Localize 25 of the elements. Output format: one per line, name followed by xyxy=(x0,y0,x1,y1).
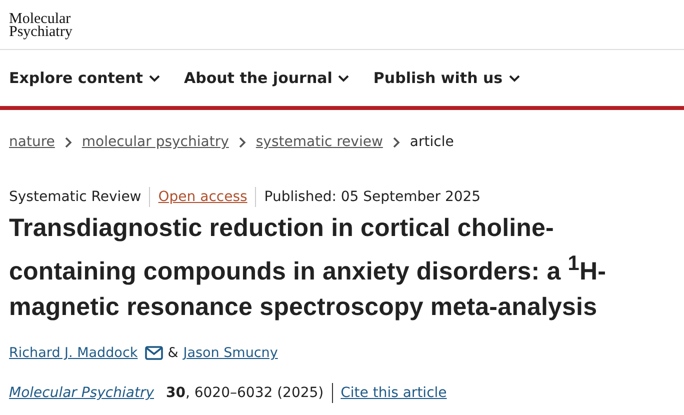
breadcrumb-link[interactable]: article xyxy=(410,134,454,150)
article-title: Transdiagnostic reduction in cortical choline-containing compounds in anxiety disorders: a $^{1}$H-magnetic resonance spectroscopy meta-analysis xyxy=(8,213,608,324)
article-type: Systematic Review xyxy=(9,189,142,205)
journal-link[interactable]: Molecular Psychiatry xyxy=(9,385,154,402)
author-link[interactable]: Richard J. Maddock xyxy=(9,345,138,362)
chevron-down-icon xyxy=(508,74,520,82)
chevron-right-icon xyxy=(64,136,72,148)
publish-date: Published: 05 September 2025 xyxy=(264,189,481,205)
breadcrumb-link[interactable]: molecular psychiatry xyxy=(82,134,229,150)
author-link[interactable]: Jason Smucny xyxy=(183,345,278,362)
chevron-right-icon xyxy=(392,136,400,148)
mail-icon[interactable] xyxy=(144,346,163,360)
cite-link[interactable]: Cite this article xyxy=(340,385,447,402)
chevron-down-icon xyxy=(338,74,350,82)
nav-menu-button[interactable]: Explore content xyxy=(9,69,160,87)
journal-logo[interactable]: Molecular Psychiatry xyxy=(9,13,72,39)
nav-menu-button[interactable]: About the journal xyxy=(184,69,350,87)
breadcrumb-link[interactable]: systematic review xyxy=(256,134,383,150)
author-separator: & xyxy=(168,345,178,362)
open-access-link[interactable]: Open access xyxy=(158,189,248,205)
citation-details: 30, 6020–6032 (2025) xyxy=(166,385,324,402)
breadcrumb-link[interactable]: nature xyxy=(9,134,55,150)
nav-menu-button[interactable]: Publish with us xyxy=(373,69,520,87)
chevron-down-icon xyxy=(148,74,160,82)
chevron-right-icon xyxy=(238,136,246,148)
